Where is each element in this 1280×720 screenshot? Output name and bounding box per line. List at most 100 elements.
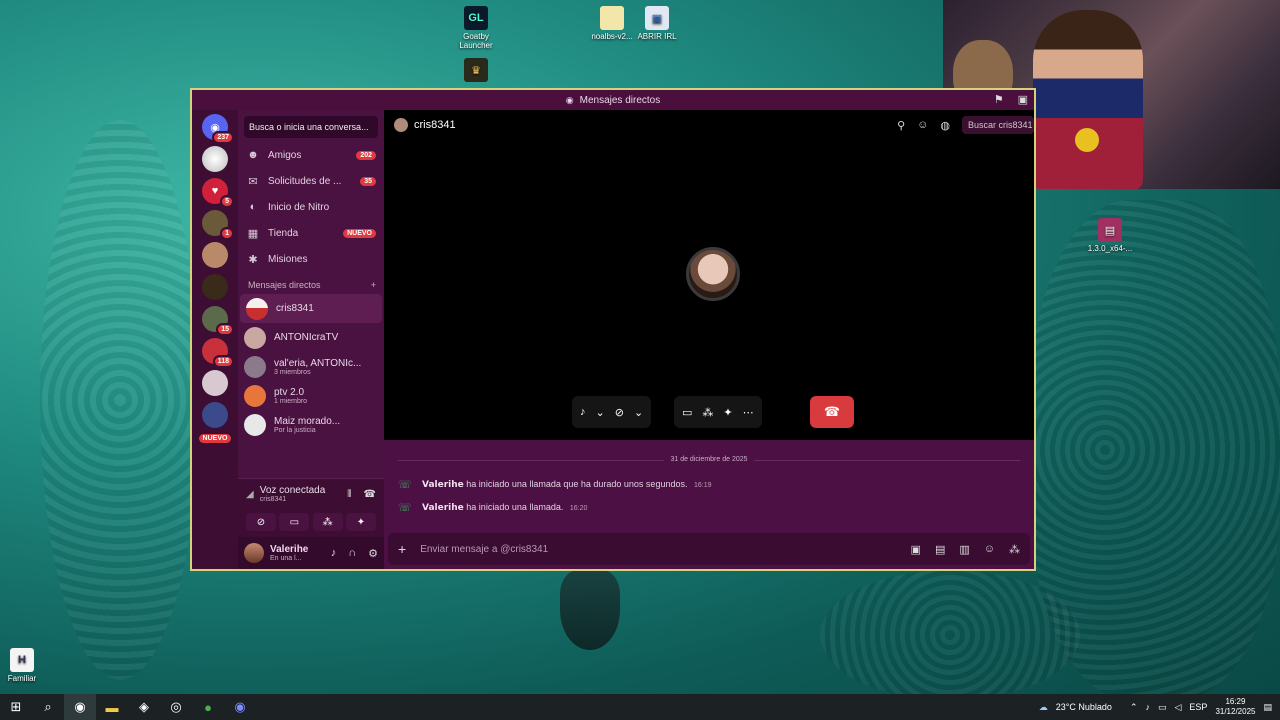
desktop-icon-goatby[interactable]: GL Goatby Launcher [448,6,504,50]
server-icon[interactable] [202,146,228,172]
nav-label: Inicio de Nitro [268,201,330,213]
noise-icon[interactable]: ⦀ [347,489,351,500]
clock[interactable]: 16:29 31/12/2025 [1215,697,1255,717]
nav-nitro[interactable]: ◐ Inicio de Nitro [238,194,384,220]
pin-icon[interactable]: ⚲ [897,119,905,132]
profile-icon[interactable]: ◍ [940,119,950,132]
attach-icon[interactable]: + [398,541,406,557]
server-icon[interactable] [202,242,228,268]
sticker-icon[interactable]: ▥ [959,543,969,556]
group-avatar [244,413,266,436]
unread-badge: 15 [216,323,234,336]
chevron-up-icon[interactable]: ⌃ [1130,702,1138,713]
nav-requests[interactable]: ✉ Solicitudes de ... 35 [238,168,384,194]
taskbar-app[interactable]: ◈ [128,694,160,720]
desktop-icon-installer[interactable]: ▤ 1.3.0_x64-... [1082,218,1138,253]
message-author[interactable]: Valerihe [422,503,464,513]
dm-item[interactable]: ANTONIcraTV [238,323,384,352]
gift-icon[interactable]: ▣ [911,543,921,556]
dm-search-button[interactable]: Busca o inicia una conversa... [244,116,378,138]
microphone-icon[interactable]: ♪ [580,406,586,418]
chrome-icon[interactable]: ● [192,694,224,720]
server-icon[interactable]: ♥ 5 [202,178,234,208]
nav-friends[interactable]: ☻ Amigos 202 [238,142,384,168]
dm-item[interactable]: cris8341 [240,294,382,323]
notification-icon[interactable]: ▤ [1263,702,1272,713]
nav-label: Misiones [268,253,308,265]
phone-icon: ☏ [398,502,412,514]
peer-avatar [394,118,408,132]
server-icon[interactable]: 1 [202,210,234,240]
server-icon[interactable] [202,274,228,300]
microphone-icon[interactable]: ♪ [331,547,337,560]
screen-share-icon: ▭ [289,516,300,528]
flag-icon[interactable]: ⚑ [994,93,1004,106]
user-avatar[interactable] [244,543,264,563]
discord-icon: ◉ [565,94,574,105]
nav-shop[interactable]: ▦ Tienda NUEVO [238,220,384,246]
server-icon[interactable] [202,370,228,396]
add-dm-icon[interactable]: + [371,280,376,290]
disconnect-icon[interactable]: ☎ [364,489,376,500]
gif-icon[interactable]: ▤ [935,543,945,556]
desktop-icon-app[interactable]: ♛ [448,58,504,84]
search-input[interactable]: Buscar cris8341 [962,116,1034,134]
search-icon[interactable]: ⌕ [32,694,64,720]
apps-icon[interactable]: ⁂ [1009,543,1020,556]
unread-badge: 237 [212,131,234,144]
message-author[interactable]: Valerihe [422,480,464,490]
desktop-icon-familiar[interactable]: H Familiar [0,648,50,683]
network-icon[interactable]: ▭ [1158,702,1167,713]
server-icon[interactable] [202,402,228,428]
dm-item[interactable]: Maiz morado... Por la justicia [238,410,384,439]
dm-name: ANTONIcraTV [274,332,339,343]
title-bar: ◉ Mensajes directos ⚑ ▣ [192,90,1034,110]
activities-icon[interactable]: ⁂ [702,406,713,419]
voice-status: Voz conectada [259,485,326,496]
voice-panel: ◢ Voz conectada cris8341 ⦀ ☎ ⊘ ▭ ⁂ ✦ [238,478,384,537]
message-composer[interactable]: + Enviar mensaje a @cris8341 ▣ ▤ ▥ ☺ ⁂ [388,533,1030,565]
screen-share-button[interactable]: ▭ [279,513,310,531]
discord-taskbar-icon[interactable]: ◉ [224,694,256,720]
camera-off-button[interactable]: ⊘ [246,513,276,531]
desktop-icon-abrir-irl[interactable]: ▣ ABRIR IRL [629,6,685,41]
dm-item[interactable]: val'eria, ANTONIc... 3 miembros [238,352,384,381]
inbox-icon[interactable]: ▣ [1018,93,1028,106]
goatby-icon: GL [464,6,488,30]
headphones-icon[interactable]: ∩ [348,547,356,560]
camera-off-icon[interactable]: ⊘ [615,406,624,419]
emoji-icon[interactable]: ☺ [984,543,995,556]
hang-up-button[interactable]: ☎ [810,396,854,428]
dm-item[interactable]: ptv 2.0 1 miembro [238,381,384,410]
nitro-icon: ◐ [249,201,257,213]
server-icon[interactable]: 118 [202,338,234,368]
chevron-down-icon[interactable]: ⌄ [596,406,605,419]
soundboard-icon[interactable]: ✦ [723,406,732,419]
server-icon[interactable]: 15 [202,306,234,336]
windows-start-icon[interactable]: ⊞ [0,694,32,720]
volume-icon[interactable]: ◁ [1175,702,1182,713]
more-icon[interactable]: ⋯ [743,406,754,419]
message-text: ha iniciado una llamada que ha durado un… [466,479,688,489]
microphone-icon[interactable]: ♪ [1145,702,1150,712]
gear-icon[interactable]: ⚙ [368,547,378,560]
language-indicator[interactable]: ESP [1189,702,1207,712]
familiar-icon: H [10,648,34,672]
nav-quests[interactable]: ✱ Misiones [238,246,384,272]
call-participant-avatar[interactable] [686,247,740,301]
clock-date: 31/12/2025 [1215,707,1256,716]
soundboard-button[interactable]: ✦ [345,513,376,531]
message-input[interactable]: Enviar mensaje a @cris8341 [420,544,548,555]
taskbar-app[interactable]: ◎ [160,694,192,720]
chevron-down-icon[interactable]: ⌄ [634,406,643,419]
dm-header-label: Mensajes directos [248,280,321,290]
desktop-icon-label: Familiar [7,674,37,683]
shortcut-icon: ▣ [645,6,669,30]
screen-share-icon[interactable]: ▭ [682,406,692,419]
taskbar-app-obs[interactable]: ◉ [64,694,96,720]
file-explorer-icon[interactable]: ▬ [96,694,128,720]
weather-text[interactable]: 23°C Nublado [1056,702,1112,712]
add-friend-icon[interactable]: ☺ [917,119,928,131]
activities-button[interactable]: ⁂ [312,513,343,531]
discord-home-icon[interactable]: ◉ 237 [202,114,234,144]
